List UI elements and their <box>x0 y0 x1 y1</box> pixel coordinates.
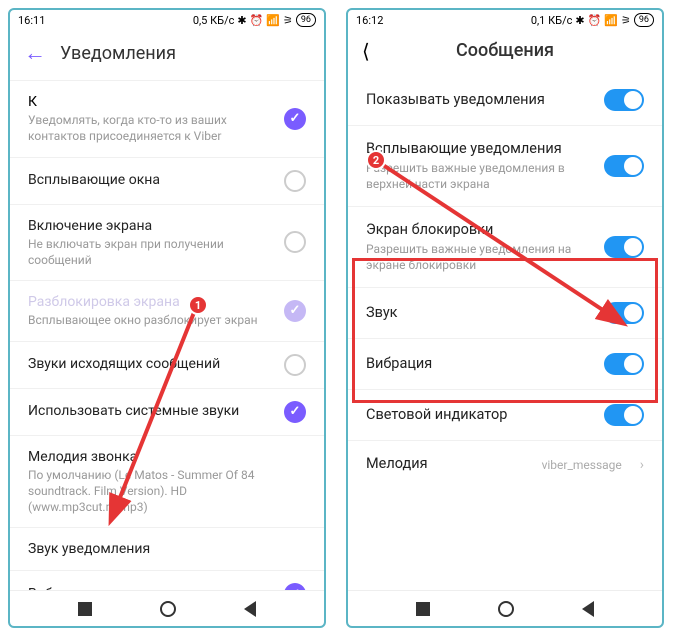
back-arrow-icon[interactable]: ⟨ <box>362 39 370 63</box>
radio-unchecked-icon[interactable] <box>284 170 306 192</box>
setting-row-popup[interactable]: Всплывающие окна <box>10 157 324 204</box>
setting-title: Использовать системные звуки <box>28 402 272 420</box>
setting-row-vibration[interactable]: Вибрация <box>348 338 662 389</box>
setting-row-unlock: Разблокировка экрана Всплывающее окно ра… <box>10 280 324 340</box>
radio-unchecked-icon[interactable] <box>284 354 306 376</box>
setting-sub: Разрешить важные уведомления на экране б… <box>366 241 592 273</box>
setting-title: Включение экрана <box>28 217 272 235</box>
annotation-marker-1: 1 <box>188 295 208 315</box>
setting-title: Вибрация <box>366 355 592 374</box>
back-arrow-icon[interactable]: ← <box>24 40 46 66</box>
setting-row-led[interactable]: Световой индикатор <box>348 389 662 440</box>
setting-row-melody[interactable]: Мелодия viber_message › <box>348 440 662 488</box>
wifi-icon: ⚞ <box>283 14 293 27</box>
setting-title: Мелодия звонка <box>28 448 306 466</box>
bluetooth-icon: ✱ <box>237 14 246 27</box>
setting-row-show-notifications[interactable]: Показывать уведомления <box>348 75 662 125</box>
nav-back-icon[interactable] <box>582 601 594 617</box>
toggle-on-icon[interactable] <box>604 404 644 426</box>
bluetooth-icon: ✱ <box>575 14 584 27</box>
radio-unchecked-icon[interactable] <box>284 231 306 253</box>
status-net: 0,1 КБ/с <box>531 14 573 27</box>
status-bar: 16:12 0,1 КБ/с ✱ ⏰ 📶 ⚞ 96 <box>348 10 662 30</box>
setting-sub: Всплывающее окно разблокирует экран <box>28 312 272 328</box>
radio-checked-faded-icon <box>284 300 306 322</box>
toggle-on-icon[interactable] <box>604 89 644 111</box>
settings-list: Показывать уведомления Всплывающие уведо… <box>348 75 662 590</box>
chevron-right-icon: › <box>640 457 644 473</box>
setting-row-screen-on[interactable]: Включение экрана Не включать экран при п… <box>10 204 324 281</box>
alarm-icon: ⏰ <box>250 14 264 27</box>
alarm-icon: ⏰ <box>588 14 602 27</box>
page-title: Сообщения <box>456 40 554 61</box>
toggle-on-icon[interactable] <box>604 236 644 258</box>
status-bar: 16:11 0,5 КБ/с ✱ ⏰ 📶 ⚞ 96 <box>10 10 324 30</box>
toggle-on-icon[interactable] <box>604 302 644 324</box>
wifi-icon: ⚞ <box>621 14 631 27</box>
status-time: 16:11 <box>18 14 45 27</box>
header: ⟨ Сообщения <box>348 30 662 75</box>
setting-value: viber_message <box>542 458 622 472</box>
setting-sub: По умолчанию (Le Matos - Summer Of 84 so… <box>28 467 306 516</box>
android-nav-bar <box>348 590 662 626</box>
nav-back-icon[interactable] <box>244 601 256 617</box>
radio-checked-icon[interactable] <box>284 401 306 423</box>
toggle-on-icon[interactable] <box>604 353 644 375</box>
signal-icon: 📶 <box>604 14 618 27</box>
setting-sub: Уведомлять, когда кто-то из ваших контак… <box>28 112 272 144</box>
nav-home-icon[interactable] <box>498 601 514 617</box>
setting-row-outgoing-sounds[interactable]: Звуки исходящих сообщений <box>10 341 324 388</box>
page-title: Уведомления <box>60 43 176 64</box>
phone-right: 16:12 0,1 КБ/с ✱ ⏰ 📶 ⚞ 96 ⟨ Сообщения По… <box>346 8 664 628</box>
phone-left: 16:11 0,5 КБ/с ✱ ⏰ 📶 ⚞ 96 ← Уведомления … <box>8 8 326 628</box>
radio-checked-icon[interactable] <box>284 108 306 130</box>
battery-level: 96 <box>634 13 654 27</box>
status-right: 0,5 КБ/с ✱ ⏰ 📶 ⚞ 96 <box>193 13 316 27</box>
setting-title: Мелодия <box>366 455 530 474</box>
status-right: 0,1 КБ/с ✱ ⏰ 📶 ⚞ 96 <box>531 13 654 27</box>
toggle-on-icon[interactable] <box>604 155 644 177</box>
setting-row-system-sounds[interactable]: Использовать системные звуки <box>10 388 324 435</box>
header: ← Уведомления <box>10 30 324 80</box>
battery-level: 96 <box>296 13 316 27</box>
setting-title: Звук <box>366 304 592 323</box>
setting-sub: Не включать экран при получении сообщени… <box>28 236 272 268</box>
setting-row-notification-sound[interactable]: Звук уведомления <box>10 527 324 570</box>
setting-title: Всплывающие окна <box>28 171 272 189</box>
setting-row-sound[interactable]: Звук <box>348 287 662 338</box>
setting-row-floating[interactable]: Всплывающие уведомления Разрешить важные… <box>348 125 662 206</box>
setting-title: Звук уведомления <box>28 540 306 558</box>
setting-title: Разблокировка экрана <box>28 293 272 311</box>
setting-row-contact-joined[interactable]: К Уведомлять, когда кто-то из ваших конт… <box>10 80 324 157</box>
setting-title: Экран блокировки <box>366 221 592 240</box>
setting-sub: Разрешить важные уведомления в верхней ч… <box>366 160 592 192</box>
nav-recents-icon[interactable] <box>78 602 92 616</box>
status-time: 16:12 <box>356 14 383 27</box>
annotation-marker-2: 2 <box>366 150 386 170</box>
setting-title: Всплывающие уведомления <box>366 140 592 159</box>
setting-row-lockscreen[interactable]: Экран блокировки Разрешить важные уведом… <box>348 206 662 287</box>
setting-row-vibrate[interactable]: Вибрация при звонке <box>10 570 324 590</box>
setting-title: Световой индикатор <box>366 406 592 425</box>
status-net: 0,5 КБ/с <box>193 14 235 27</box>
setting-title: Звуки исходящих сообщений <box>28 355 272 373</box>
android-nav-bar <box>10 590 324 626</box>
nav-recents-icon[interactable] <box>416 602 430 616</box>
nav-home-icon[interactable] <box>160 601 176 617</box>
signal-icon: 📶 <box>266 14 280 27</box>
setting-title: Показывать уведомления <box>366 91 592 110</box>
setting-row-ringtone[interactable]: Мелодия звонка По умолчанию (Le Matos - … <box>10 435 324 528</box>
settings-list: К Уведомлять, когда кто-то из ваших конт… <box>10 80 324 590</box>
